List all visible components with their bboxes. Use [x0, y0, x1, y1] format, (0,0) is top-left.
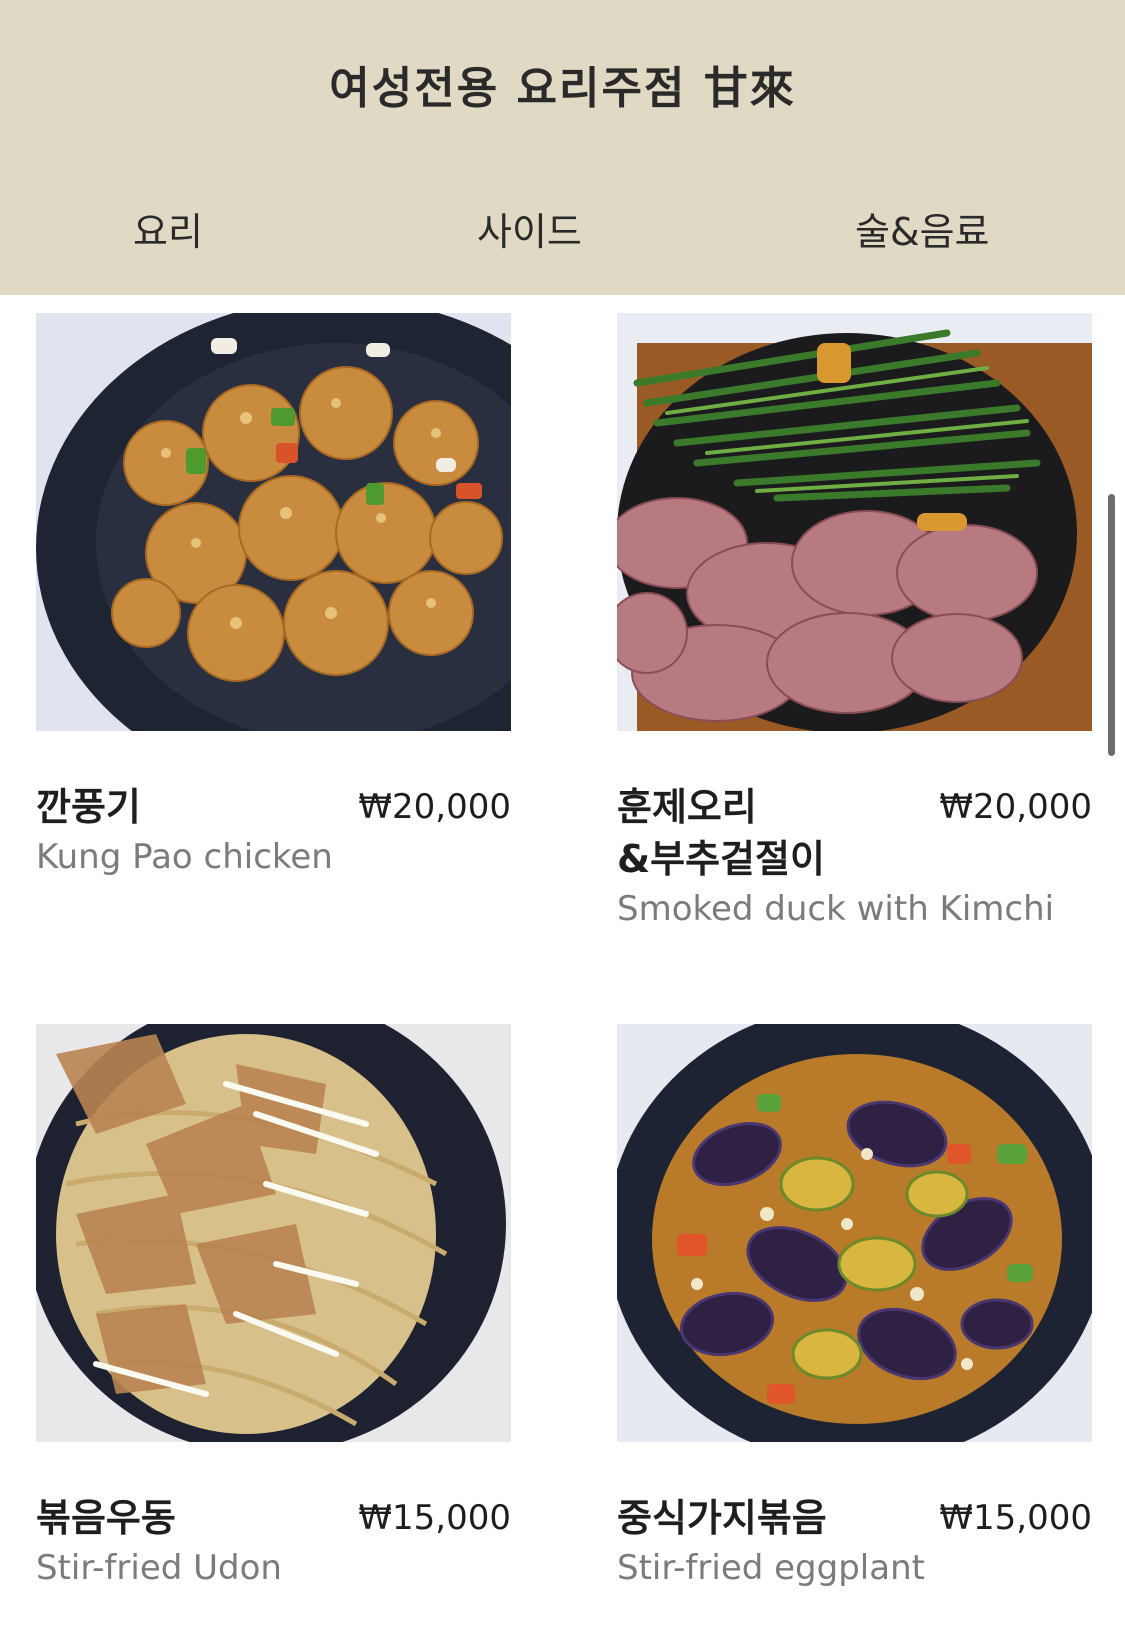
dish-name: 볶음우동	[36, 1496, 176, 1540]
tab-dishes[interactable]: 요리	[133, 201, 203, 256]
dish-english-name: Smoked duck with Kimchi	[617, 889, 1055, 929]
dish-name: 중식가지볶음	[617, 1496, 827, 1540]
menu-page: 여성전용 요리주점 甘來 요리 사이드 술&음료 깐풍기 ₩20,000 Kun…	[0, 0, 1125, 1651]
dish-name: 깐풍기	[36, 785, 141, 829]
shop-title: 여성전용 요리주점 甘來	[329, 63, 796, 114]
food-image-stir-fried-udon[interactable]	[36, 1024, 511, 1442]
dish-price: ₩15,000	[939, 1498, 1092, 1538]
tab-drinks[interactable]: 술&음료	[855, 201, 990, 256]
scrollbar[interactable]	[1108, 494, 1115, 756]
dish-price: ₩20,000	[358, 787, 511, 827]
food-image-stir-fried-eggplant[interactable]	[617, 1024, 1092, 1442]
header: 여성전용 요리주점 甘來 요리 사이드 술&음료	[0, 0, 1125, 295]
food-image-smoked-duck[interactable]	[617, 313, 1092, 731]
dish-price: ₩15,000	[358, 1498, 511, 1538]
tab-sides[interactable]: 사이드	[477, 201, 582, 256]
dish-price: ₩20,000	[939, 787, 1092, 827]
food-image-kung-pao-chicken[interactable]	[36, 313, 511, 731]
dish-english-name: Stir-fried eggplant	[617, 1548, 925, 1588]
dish-english-name: Stir-fried Udon	[36, 1548, 282, 1588]
dish-name: 훈제오리 &부추겉절이	[617, 785, 825, 881]
dish-english-name: Kung Pao chicken	[36, 837, 333, 877]
